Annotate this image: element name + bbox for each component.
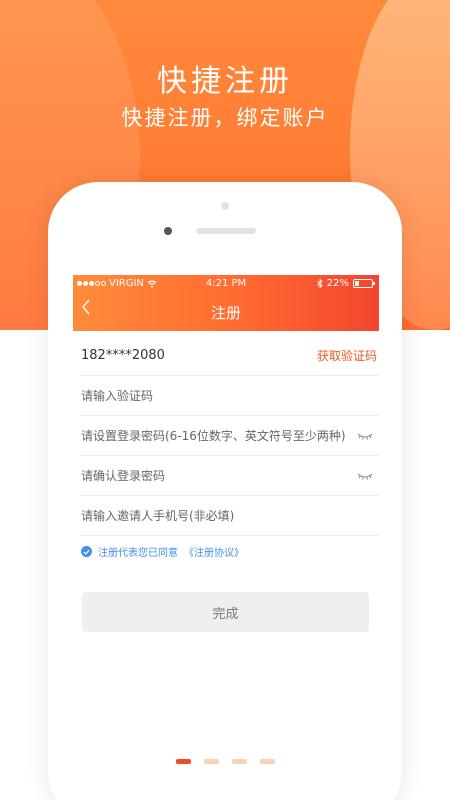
app-header: VIRGIN 4:21 PM 22% 注册 [73, 275, 379, 331]
submit-button[interactable]: 完成 [82, 592, 369, 632]
inviter-phone-placeholder: 请输入邀请人手机号(非必填) [81, 509, 235, 523]
phone-number-row: 182****2080 获取验证码 [81, 336, 379, 376]
eye-closed-icon[interactable] [357, 471, 373, 481]
phone-number-value: 182****2080 [81, 348, 165, 363]
agree-checkbox[interactable] [81, 546, 92, 557]
phone-sensor [221, 202, 229, 210]
page-dot[interactable] [175, 759, 191, 764]
status-bar: VIRGIN 4:21 PM 22% [73, 275, 379, 293]
page-dot[interactable] [203, 759, 219, 764]
confirm-password-placeholder: 请确认登录密码 [81, 469, 166, 483]
inviter-phone-field[interactable]: 请输入邀请人手机号(非必填) [81, 496, 379, 536]
status-right: 22% [316, 278, 375, 289]
confirm-password-field[interactable]: 请确认登录密码 [81, 456, 379, 496]
page-dot[interactable] [259, 759, 275, 764]
agreement-row: 注册代表您已同意 《注册协议》 [81, 544, 244, 559]
agreement-link[interactable]: 《注册协议》 [184, 544, 244, 559]
get-code-button[interactable]: 获取验证码 [317, 347, 379, 364]
eye-closed-icon[interactable] [357, 431, 373, 441]
verification-code-placeholder: 请输入验证码 [81, 389, 154, 403]
password-field[interactable]: 请设置登录密码(6-16位数字、英文符号至少两种) [81, 416, 379, 456]
phone-camera [164, 227, 172, 235]
page-dot[interactable] [231, 759, 247, 764]
page-title: 注册 [210, 304, 241, 322]
bluetooth-icon [316, 279, 323, 288]
phone-screen: VIRGIN 4:21 PM 22% 注册 182****2080 获取验证码 … [73, 275, 379, 800]
verification-code-field[interactable]: 请输入验证码 [81, 376, 379, 416]
agreement-text: 注册代表您已同意 [98, 548, 178, 559]
hero-title: 快捷注册 [157, 64, 293, 99]
battery-percent: 22% [326, 278, 349, 289]
checkmark-icon [83, 549, 90, 555]
page-indicator [0, 759, 450, 764]
password-placeholder: 请设置登录密码(6-16位数字、英文符号至少两种) [81, 429, 346, 443]
hero-subtitle: 快捷注册，绑定账户 [121, 106, 329, 130]
phone-speaker [196, 228, 256, 234]
battery-icon [353, 279, 375, 288]
